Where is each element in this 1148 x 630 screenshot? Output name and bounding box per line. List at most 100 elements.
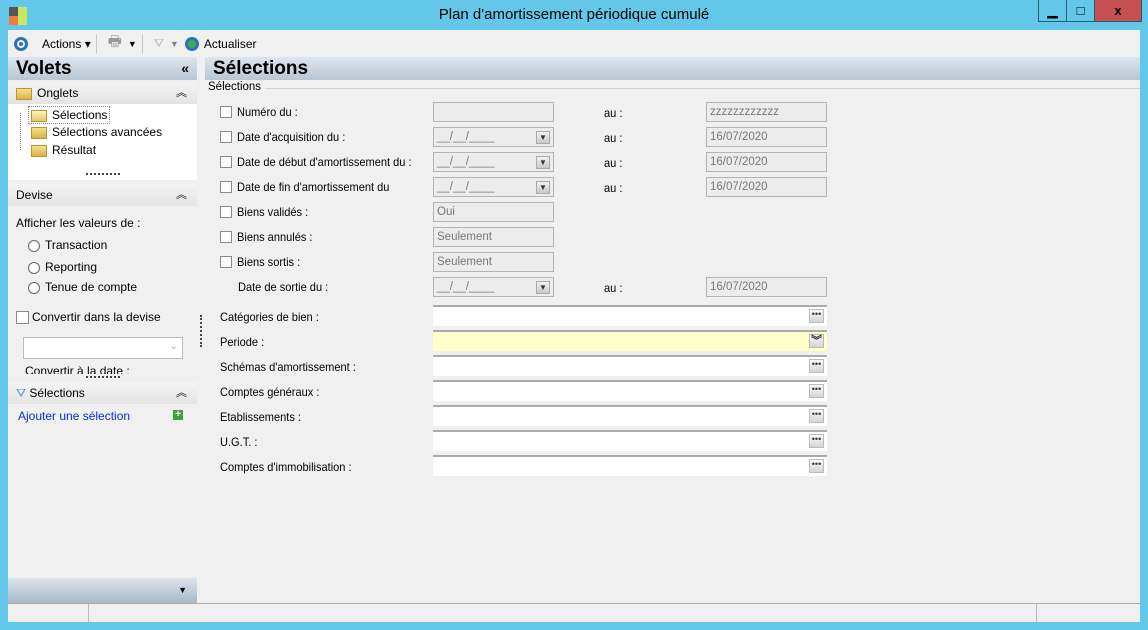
- date-to-field[interactable]: 16/07/2020: [706, 127, 827, 147]
- lookup-field[interactable]: ︾: [433, 330, 827, 351]
- row-checkbox[interactable]: [220, 181, 232, 193]
- row-label: Date de début d'amortissement du :: [237, 155, 412, 169]
- radio-reporting[interactable]: Reporting: [28, 260, 97, 274]
- row-checkbox[interactable]: [220, 256, 232, 268]
- left-pane: Volets « Onglets ︽ Sélections Sélections a…: [8, 57, 197, 603]
- ellipsis-icon[interactable]: •••: [809, 384, 824, 398]
- target-icon[interactable]: [14, 36, 28, 51]
- row-value-field[interactable]: Seulement: [433, 227, 554, 247]
- lookup-label: Periode :: [220, 335, 265, 349]
- row-label: Date de fin d'amortissement du: [237, 180, 390, 194]
- folder-icon: [16, 87, 32, 100]
- status-bar: [8, 603, 1140, 622]
- lookup-field[interactable]: •••: [433, 380, 827, 401]
- date-to-field[interactable]: 16/07/2020: [706, 177, 827, 197]
- convert-date-label: Convertir à la date :: [25, 364, 130, 374]
- refresh-button[interactable]: Actualiser: [204, 37, 257, 51]
- convert-checkbox[interactable]: Convertir dans la devise: [16, 310, 161, 325]
- lookup-field[interactable]: •••: [433, 405, 827, 426]
- vertical-splitter[interactable]: [200, 315, 202, 347]
- to-label: au :: [604, 156, 623, 170]
- ellipsis-icon[interactable]: •••: [809, 309, 824, 323]
- to-label: au :: [604, 281, 623, 295]
- date-from-field[interactable]: __/__/____ ▼: [433, 277, 554, 297]
- row-label: Biens annulés :: [237, 230, 313, 244]
- actions-menu[interactable]: Actions ▾: [42, 37, 91, 51]
- to-label: au :: [604, 106, 623, 120]
- collapse-panes-button[interactable]: «: [181, 57, 189, 80]
- radio-transaction[interactable]: Transaction: [28, 238, 107, 252]
- chevron-down-icon[interactable]: ▼: [536, 156, 550, 169]
- date-from-field[interactable]: __/__/____ ▼: [433, 127, 554, 147]
- lookup-field[interactable]: •••: [433, 430, 827, 451]
- row-checkbox[interactable]: [220, 156, 232, 168]
- row-label: Date de sortie du :: [238, 280, 329, 294]
- collapse-devise-icon[interactable]: ︽: [176, 184, 187, 206]
- row-checkbox[interactable]: [220, 131, 232, 143]
- row-checkbox[interactable]: [220, 106, 232, 118]
- tree-item-result[interactable]: Résultat: [31, 143, 96, 157]
- minimize-button[interactable]: ▁: [1039, 0, 1067, 21]
- pane-menu-bar[interactable]: ▼: [8, 578, 197, 603]
- splitter-handle[interactable]: [86, 376, 120, 378]
- date-from-field[interactable]: __/__/____ ▼: [433, 177, 554, 197]
- page-title: Sélections: [205, 57, 1140, 80]
- devise-title: Devise: [16, 188, 53, 202]
- currency-select[interactable]: ⌄: [23, 337, 183, 359]
- close-button[interactable]: x: [1095, 0, 1141, 21]
- lookup-field[interactable]: •••: [433, 455, 827, 476]
- ellipsis-icon[interactable]: •••: [809, 434, 824, 448]
- filter-dropdown[interactable]: ▼: [170, 39, 179, 49]
- collapse-selections-icon[interactable]: ︽: [176, 382, 187, 404]
- date-to-field[interactable]: 16/07/2020: [706, 277, 827, 297]
- double-chevron-down-icon[interactable]: ︾: [809, 334, 824, 348]
- chevron-down-icon[interactable]: ▼: [536, 281, 550, 294]
- chevron-down-icon[interactable]: ▼: [536, 131, 550, 144]
- ellipsis-icon[interactable]: •••: [809, 459, 824, 473]
- maximize-button[interactable]: □: [1067, 0, 1095, 21]
- ellipsis-icon[interactable]: •••: [809, 409, 824, 423]
- row-value-field[interactable]: Seulement: [433, 252, 554, 272]
- ellipsis-icon[interactable]: •••: [809, 359, 824, 373]
- collapse-onglets-icon[interactable]: ︽: [176, 82, 187, 104]
- date-from-field[interactable]: __/__/____ ▼: [433, 152, 554, 172]
- lookup-label: Catégories de bien :: [220, 310, 319, 324]
- number-to-field[interactable]: zzzzzzzzzzzz: [706, 102, 827, 122]
- row-label: Biens validés :: [237, 205, 309, 219]
- panes-title: Volets: [16, 58, 72, 79]
- filter-icon: ⛛: [16, 386, 30, 400]
- print-dropdown[interactable]: ▼: [128, 39, 137, 49]
- splitter-handle[interactable]: [86, 173, 120, 175]
- refresh-icon[interactable]: [184, 36, 199, 51]
- app-logo-icon: [9, 7, 27, 25]
- add-selection-link[interactable]: Ajouter une sélection: [18, 409, 130, 423]
- selections-pane-title: Sélections: [29, 386, 85, 400]
- group-title: Sélections: [208, 81, 266, 93]
- lookup-label: Etablissements :: [220, 410, 302, 424]
- print-icon[interactable]: 🖶: [108, 31, 122, 56]
- tree-item-selections[interactable]: Sélections: [28, 106, 111, 124]
- lookup-label: U.G.T. :: [220, 435, 258, 449]
- lookup-field[interactable]: •••: [433, 305, 827, 326]
- lookup-label: Comptes d'immobilisation :: [220, 460, 352, 474]
- onglets-title: Onglets: [37, 86, 79, 100]
- lookup-label: Comptes généraux :: [220, 385, 320, 399]
- number-from-field[interactable]: [433, 102, 554, 122]
- to-label: au :: [604, 181, 623, 195]
- chevron-down-icon[interactable]: ▼: [536, 181, 550, 194]
- row-checkbox[interactable]: [220, 206, 232, 218]
- add-icon[interactable]: +: [173, 410, 183, 420]
- date-to-field[interactable]: 16/07/2020: [706, 152, 827, 172]
- radio-tenue[interactable]: Tenue de compte: [28, 280, 137, 294]
- to-label: au :: [604, 131, 623, 145]
- row-value-field[interactable]: Oui: [433, 202, 554, 222]
- lookup-label: Schémas d'amortissement :: [220, 360, 356, 374]
- row-checkbox[interactable]: [220, 231, 232, 243]
- row-label: Biens sortis :: [237, 255, 301, 269]
- tree-item-advanced[interactable]: Sélections avancées: [31, 125, 162, 139]
- row-label: Numéro du :: [237, 105, 298, 119]
- window-title: Plan d'amortissement périodique cumulé: [438, 6, 710, 23]
- lookup-field[interactable]: •••: [433, 355, 827, 376]
- filter-icon[interactable]: ⛛: [154, 36, 164, 51]
- row-label: Date d'acquisition du :: [237, 130, 346, 144]
